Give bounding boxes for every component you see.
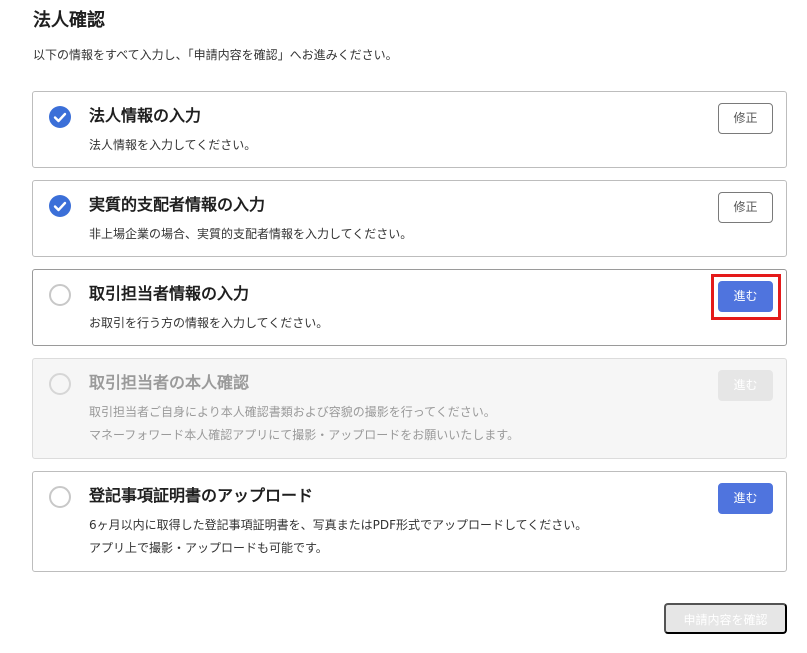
empty-circle-icon — [49, 373, 71, 395]
step-description: 非上場企業の場合、実質的支配者情報を入力してください。 — [89, 227, 413, 241]
corporate-verification-page: 法人確認 以下の情報をすべて入力し、「申請内容を確認」へお進みください。 法人情… — [0, 0, 807, 653]
proceed-button[interactable]: 進む — [718, 281, 773, 312]
edit-button[interactable]: 修正 — [718, 192, 773, 223]
step-title: 取引担当者の本人確認 — [89, 373, 250, 392]
step-card-identity-verification: 取引担当者の本人確認 取引担当者ご自身により本人確認書類および容貌の撮影を行って… — [32, 358, 787, 459]
step-card-corporate-info: 法人情報の入力 法人情報を入力してください。 修正 — [32, 91, 787, 168]
proceed-button[interactable]: 進む — [718, 483, 773, 514]
page-description: 以下の情報をすべて入力し、「申請内容を確認」へお進みください。 — [33, 48, 398, 62]
empty-circle-icon — [49, 284, 71, 306]
empty-circle-icon — [49, 486, 71, 508]
step-card-beneficial-owner: 実質的支配者情報の入力 非上場企業の場合、実質的支配者情報を入力してください。 … — [32, 180, 787, 257]
page-title: 法人確認 — [33, 10, 105, 31]
check-circle-icon — [49, 195, 71, 217]
edit-button[interactable]: 修正 — [718, 103, 773, 134]
step-card-registry-upload: 登記事項証明書のアップロード 6ヶ月以内に取得した登記事項証明書を、写真またはP… — [32, 471, 787, 572]
step-card-contact-person: 取引担当者情報の入力 お取引を行う方の情報を入力してください。 進む — [32, 269, 787, 346]
step-title: 登記事項証明書のアップロード — [89, 486, 314, 505]
step-title: 実質的支配者情報の入力 — [89, 195, 266, 214]
step-description: 法人情報を入力してください。 — [89, 138, 257, 152]
step-description-line-1: 6ヶ月以内に取得した登記事項証明書を、写真またはPDF形式でアップロードしてくだ… — [89, 518, 588, 532]
proceed-button-disabled[interactable]: 進む — [718, 370, 773, 401]
step-description: お取引を行う方の情報を入力してください。 — [89, 316, 329, 330]
step-title: 取引担当者情報の入力 — [89, 284, 250, 303]
step-description-line-2: アプリ上で撮影・アップロードも可能です。 — [89, 541, 328, 555]
step-title: 法人情報の入力 — [89, 106, 202, 125]
step-description-line-1: 取引担当者ご自身により本人確認書類および容貌の撮影を行ってください。 — [89, 405, 496, 419]
confirm-application-button[interactable]: 申請内容を確認 — [664, 603, 787, 634]
check-circle-icon — [49, 106, 71, 128]
step-description-line-2: マネーフォワード本人確認アプリにて撮影・アップロードをお願いいたします。 — [89, 428, 520, 442]
